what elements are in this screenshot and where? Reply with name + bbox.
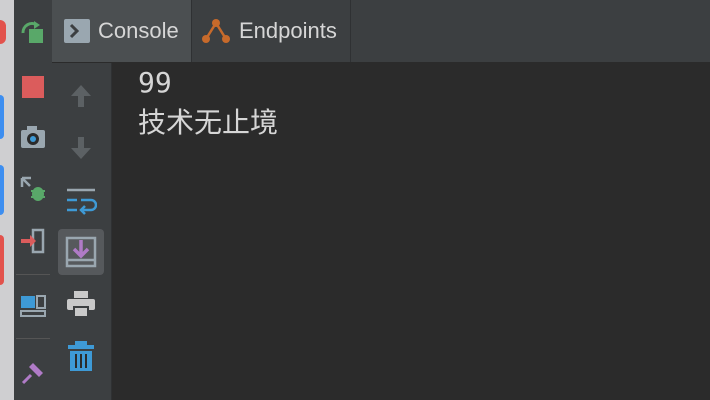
soft-wrap-button[interactable] [58, 177, 104, 223]
console-line: 99 [138, 66, 172, 99]
scroll-down-button[interactable] [58, 125, 104, 171]
os-dock [0, 0, 14, 400]
camera-icon [21, 126, 45, 148]
dock-app-red[interactable] [0, 20, 6, 44]
clear-all-button[interactable] [58, 333, 104, 379]
scroll-to-end-toggle[interactable] [58, 229, 104, 275]
dock-app-red-2[interactable] [0, 235, 4, 285]
debug-export-button[interactable] [14, 170, 52, 208]
snapshot-button[interactable] [14, 118, 52, 156]
layout-button[interactable] [14, 286, 52, 324]
soft-wrap-icon [67, 188, 97, 215]
print-icon [67, 291, 95, 318]
tab-endpoints[interactable]: Endpoints [193, 0, 351, 62]
console-output[interactable]: 99 技术无止境 [112, 63, 710, 400]
layout-icon [20, 295, 46, 317]
scroll-to-end-icon [65, 236, 97, 268]
exit-button[interactable] [14, 222, 52, 260]
dock-app-blue[interactable] [0, 95, 4, 139]
endpoints-icon [202, 19, 230, 43]
pin-icon [21, 363, 43, 385]
pin-button[interactable] [14, 354, 52, 392]
stop-button[interactable] [14, 68, 52, 106]
down-arrow-icon [71, 137, 91, 159]
dock-app-blue-2[interactable] [0, 165, 4, 215]
rerun-icon [21, 21, 43, 43]
trash-icon [68, 341, 94, 371]
toolbar-separator [16, 338, 50, 339]
stop-icon [22, 76, 44, 98]
exit-icon [21, 228, 45, 254]
run-toolbar [14, 0, 53, 400]
tool-window-tabs: Console Endpoints [52, 0, 710, 63]
debug-export-icon [20, 176, 45, 201]
scroll-up-button[interactable] [58, 73, 104, 119]
rerun-button[interactable] [14, 14, 52, 52]
toolbar-separator [16, 274, 50, 275]
up-arrow-icon [71, 85, 91, 107]
console-line: 技术无止境 [138, 106, 279, 139]
console-toolbar [52, 63, 112, 400]
tab-endpoints-label: Endpoints [239, 18, 337, 43]
print-button[interactable] [58, 281, 104, 327]
tab-console[interactable]: Console [52, 0, 192, 62]
console-icon [64, 19, 90, 43]
tab-console-label: Console [98, 18, 179, 43]
